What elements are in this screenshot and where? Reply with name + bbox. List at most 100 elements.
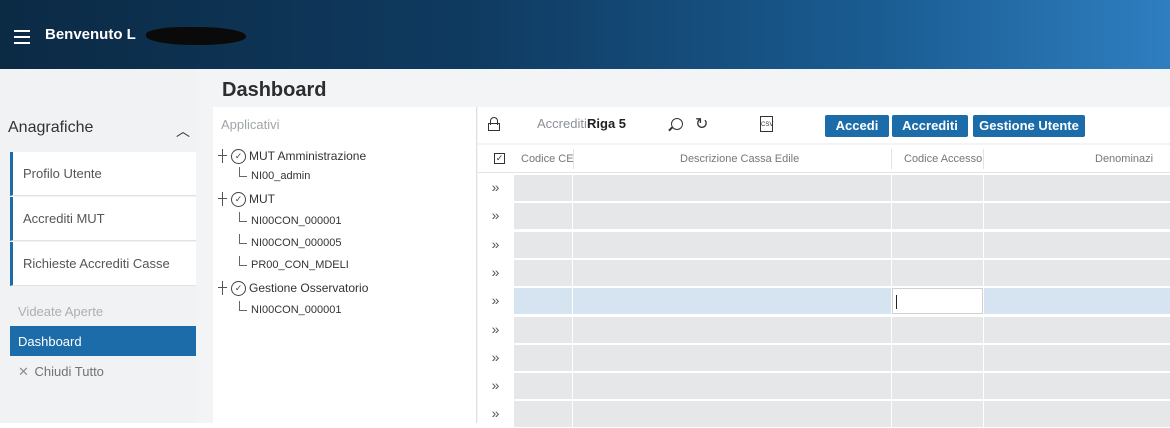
table-cell[interactable] — [892, 259, 983, 286]
lock-icon[interactable] — [488, 117, 500, 131]
tree-leaf-label: NI00CON_000005 — [251, 237, 342, 249]
table-row[interactable]: » — [478, 230, 1170, 259]
table-cell[interactable] — [514, 316, 572, 343]
csv-export-icon[interactable]: CSV — [760, 116, 773, 132]
tree-expander-icon[interactable] — [217, 281, 229, 295]
tree-connector — [239, 301, 247, 311]
row-expand-icon[interactable]: » — [478, 287, 513, 316]
applicativi-header: Applicativi — [221, 117, 280, 132]
table-cell[interactable] — [984, 288, 1170, 315]
row-expand-icon[interactable]: » — [478, 202, 513, 231]
tree-leaf-label: NI00CON_000001 — [251, 215, 342, 227]
table-cell[interactable] — [573, 231, 891, 258]
tree-leaf-label: NI00CON_000001 — [251, 304, 342, 316]
table-cell[interactable] — [514, 175, 572, 201]
row-expand-icon[interactable]: » — [478, 372, 513, 401]
page-title: Dashboard — [222, 79, 327, 101]
row-expand-icon[interactable]: » — [478, 230, 513, 259]
tree-leaf[interactable]: NI00_admin — [239, 167, 310, 185]
table-cell[interactable] — [573, 203, 891, 230]
tree-leaf[interactable]: NI00CON_000001 — [239, 301, 342, 319]
sidebar-item-profilo-utente[interactable]: Profilo Utente — [10, 152, 196, 196]
accedi-button[interactable]: Accedi — [825, 115, 889, 137]
tree-node-gestione-osservatorio[interactable]: ✓ Gestione Osservatorio — [217, 279, 368, 297]
table-cell[interactable] — [892, 344, 983, 371]
table-cell[interactable] — [514, 401, 572, 428]
table-cell[interactable] — [892, 231, 983, 258]
gestione-utente-button[interactable]: Gestione Utente — [973, 115, 1085, 137]
table-cell[interactable] — [984, 344, 1170, 371]
column-header-denominazione[interactable]: Denominazi — [1095, 153, 1153, 165]
table-cell[interactable] — [984, 373, 1170, 400]
close-all-label: Chiudi Tutto — [34, 364, 104, 379]
table-cell[interactable] — [573, 401, 891, 428]
column-header-codice-ce[interactable]: Codice CE — [521, 153, 574, 165]
table-row[interactable]: » — [478, 343, 1170, 372]
table-cell[interactable] — [892, 175, 983, 201]
sidebar-item-richieste-accrediti[interactable]: Richieste Accrediti Casse — [10, 242, 196, 286]
table-row[interactable]: » — [478, 400, 1170, 428]
table-cell[interactable] — [892, 373, 983, 400]
top-bar: Benvenuto L — [0, 0, 1170, 69]
table-cell[interactable] — [984, 175, 1170, 201]
tree-node-mut-amministrazione[interactable]: ✓ MUT Amministrazione — [217, 147, 366, 165]
table-cell[interactable] — [984, 401, 1170, 428]
table-cell[interactable] — [514, 288, 572, 315]
table-row[interactable]: » — [478, 315, 1170, 344]
search-icon[interactable] — [671, 118, 683, 130]
main-area: Dashboard Applicativi ✓ MUT Amministrazi… — [196, 69, 1170, 428]
select-all-checkbox[interactable]: ✓ — [494, 153, 505, 164]
tree-leaf[interactable]: PR00_CON_MDELI — [239, 256, 349, 274]
table-cell[interactable] — [892, 316, 983, 343]
chevron-up-icon[interactable]: ︿ — [176, 121, 190, 141]
row-expand-icon[interactable]: » — [478, 315, 513, 344]
tree-node-mut[interactable]: ✓ MUT — [217, 190, 275, 208]
row-expand-icon[interactable]: » — [478, 174, 513, 202]
table-cell[interactable] — [573, 175, 891, 201]
close-all-button[interactable]: ✕ Chiudi Tutto — [18, 364, 104, 380]
column-header-codice-accesso[interactable]: Codice Accesso — [904, 153, 982, 165]
table-row[interactable]: » — [478, 202, 1170, 231]
table-cell[interactable] — [573, 344, 891, 371]
table-cell[interactable] — [984, 203, 1170, 230]
table-row[interactable]: » — [478, 372, 1170, 401]
tree-node-label: MUT Amministrazione — [249, 149, 367, 163]
table-cell[interactable] — [984, 316, 1170, 343]
tree-leaf[interactable]: NI00CON_000005 — [239, 234, 342, 252]
welcome-text: Benvenuto L — [45, 26, 136, 43]
row-expand-icon[interactable]: » — [478, 258, 513, 287]
row-expand-icon[interactable]: » — [478, 400, 513, 428]
grid-header: ✓ Codice CE Descrizione Cassa Edile Codi… — [478, 145, 1170, 173]
accrediti-button[interactable]: Accrediti — [892, 115, 968, 137]
table-cell[interactable] — [573, 373, 891, 400]
sidebar-item-dashboard[interactable]: Dashboard — [10, 326, 196, 356]
table-cell[interactable] — [514, 231, 572, 258]
codice-accesso-input[interactable] — [892, 288, 983, 315]
table-cell[interactable] — [984, 259, 1170, 286]
tree-leaf[interactable]: NI00CON_000001 — [239, 212, 342, 230]
sidebar-item-accrediti-mut[interactable]: Accrediti MUT — [10, 197, 196, 241]
table-cell[interactable] — [573, 316, 891, 343]
tree-expander-icon[interactable] — [217, 149, 229, 163]
section-anagrafiche[interactable]: Anagrafiche ︿ — [0, 107, 196, 152]
table-row[interactable]: » — [478, 287, 1170, 316]
column-header-descrizione[interactable]: Descrizione Cassa Edile — [680, 153, 799, 165]
table-cell[interactable] — [892, 203, 983, 230]
redacted-username — [146, 27, 246, 45]
row-expand-icon[interactable]: » — [478, 343, 513, 372]
table-cell[interactable] — [892, 401, 983, 428]
table-cell[interactable] — [514, 373, 572, 400]
accrediti-label: Accrediti: — [537, 116, 591, 131]
refresh-icon[interactable]: ↻ — [695, 114, 708, 134]
table-row[interactable]: » — [478, 174, 1170, 202]
tree-expander-icon[interactable] — [217, 192, 229, 206]
table-cell[interactable] — [514, 259, 572, 286]
table-cell[interactable] — [573, 259, 891, 286]
hamburger-icon[interactable] — [14, 30, 30, 44]
table-cell[interactable] — [514, 344, 572, 371]
check-circle-icon: ✓ — [231, 280, 246, 296]
table-row[interactable]: » — [478, 258, 1170, 287]
table-cell[interactable] — [573, 288, 891, 315]
table-cell[interactable] — [514, 203, 572, 230]
table-cell[interactable] — [984, 231, 1170, 258]
